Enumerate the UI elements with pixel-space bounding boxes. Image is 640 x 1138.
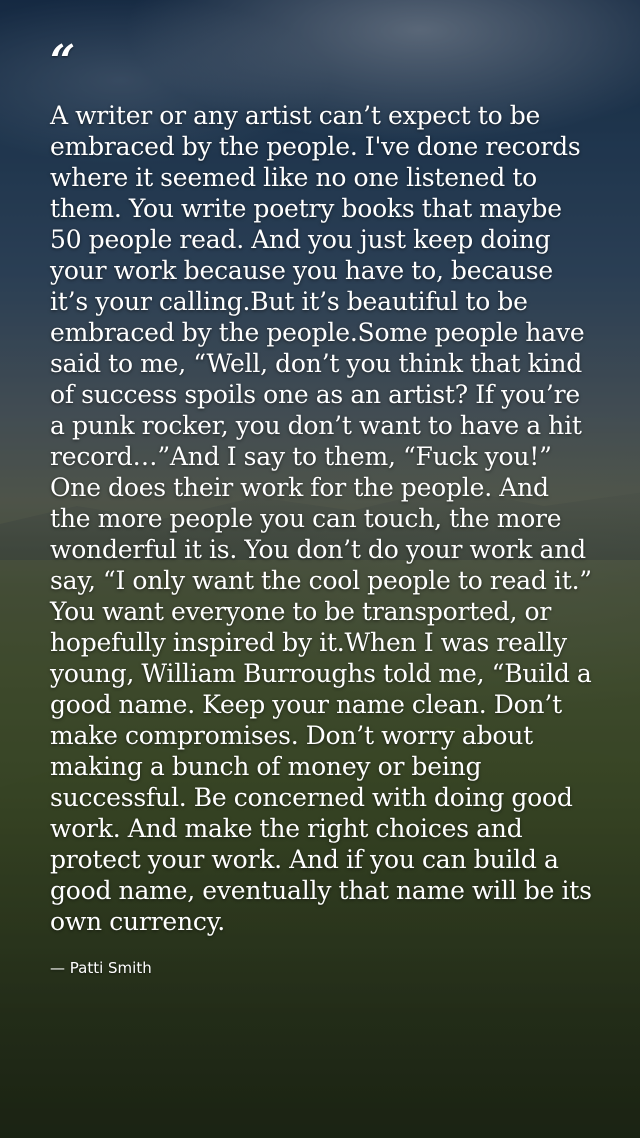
- quote-mark-icon: “: [50, 36, 76, 87]
- quote-card: “ A writer or any artist can’t expect to…: [50, 36, 595, 978]
- quote-text: A writer or any artist can’t expect to b…: [50, 101, 592, 936]
- quote-author: — Patti Smith: [50, 959, 152, 977]
